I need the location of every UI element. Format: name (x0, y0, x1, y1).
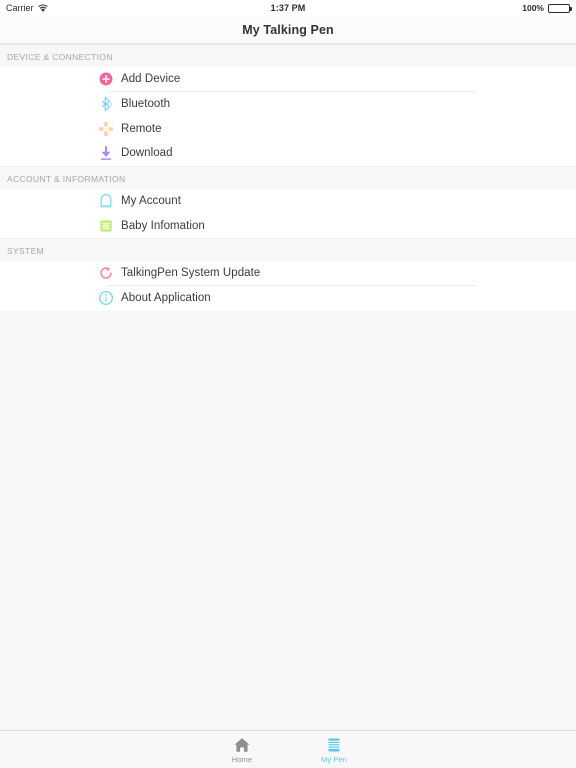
page-title: My Talking Pen (242, 22, 334, 37)
battery-full-icon (548, 3, 572, 13)
refresh-update-icon (96, 263, 116, 283)
section-header: SYSTEM (0, 238, 576, 262)
tab-bar: Home My Pen (0, 730, 576, 768)
mypen-book-icon (325, 735, 343, 754)
list-item-label: Bluetooth (121, 98, 171, 111)
status-bar-right: 100% (522, 3, 572, 13)
tab-label: My Pen (320, 755, 348, 764)
section-body: TalkingPen System Update About Applicatio… (0, 261, 576, 311)
settings-table: DEVICE & CONNECTION Add Device Bluetooth Re… (0, 44, 576, 730)
list-document-icon (96, 216, 116, 236)
section-header: DEVICE & CONNECTION (0, 44, 576, 67)
status-bar-clock: 1:37 PM (270, 3, 306, 13)
home-icon (233, 735, 251, 754)
download-arrow-icon (96, 143, 116, 163)
list-item[interactable]: Add Device (0, 67, 576, 92)
add-circle-icon (96, 69, 116, 89)
tab-my-pen[interactable]: My Pen (303, 735, 365, 764)
list-item[interactable]: Remote (0, 116, 576, 142)
list-item-label: Remote (121, 122, 162, 135)
list-item-label: Download (121, 147, 173, 160)
battery-percent-label: 100% (522, 3, 544, 13)
list-item-label: TalkingPen System Update (121, 267, 261, 280)
list-item[interactable]: Baby Infomation (0, 213, 576, 239)
tab-home[interactable]: Home (211, 735, 273, 764)
list-item-label: About Application (121, 292, 211, 305)
remote-dpad-icon (96, 119, 116, 139)
status-bar: Carrier 1:37 PM 100% (0, 0, 576, 16)
app-screen: Carrier 1:37 PM 100% My Talking Pen DEVI… (0, 0, 576, 768)
list-item-label: Add Device (121, 73, 181, 86)
list-item-label: Baby Infomation (121, 219, 205, 232)
bluetooth-icon (96, 94, 116, 114)
list-item-label: My Account (121, 195, 181, 208)
section-body: My Account Baby Infomation (0, 188, 576, 239)
tab-label: Home (231, 755, 253, 764)
section-body: Add Device Bluetooth Remote Download (0, 67, 576, 166)
account-person-icon (96, 191, 116, 211)
list-item[interactable]: TalkingPen System Update (0, 261, 576, 286)
list-item[interactable]: Bluetooth (0, 91, 576, 117)
list-item[interactable]: Download (0, 141, 576, 166)
info-circle-icon (96, 288, 116, 308)
navigation-bar: My Talking Pen (0, 16, 576, 44)
section-header: ACCOUNT & INFORMATION (0, 165, 576, 189)
list-item[interactable]: My Account (0, 188, 576, 214)
list-item[interactable]: About Application (0, 285, 576, 311)
